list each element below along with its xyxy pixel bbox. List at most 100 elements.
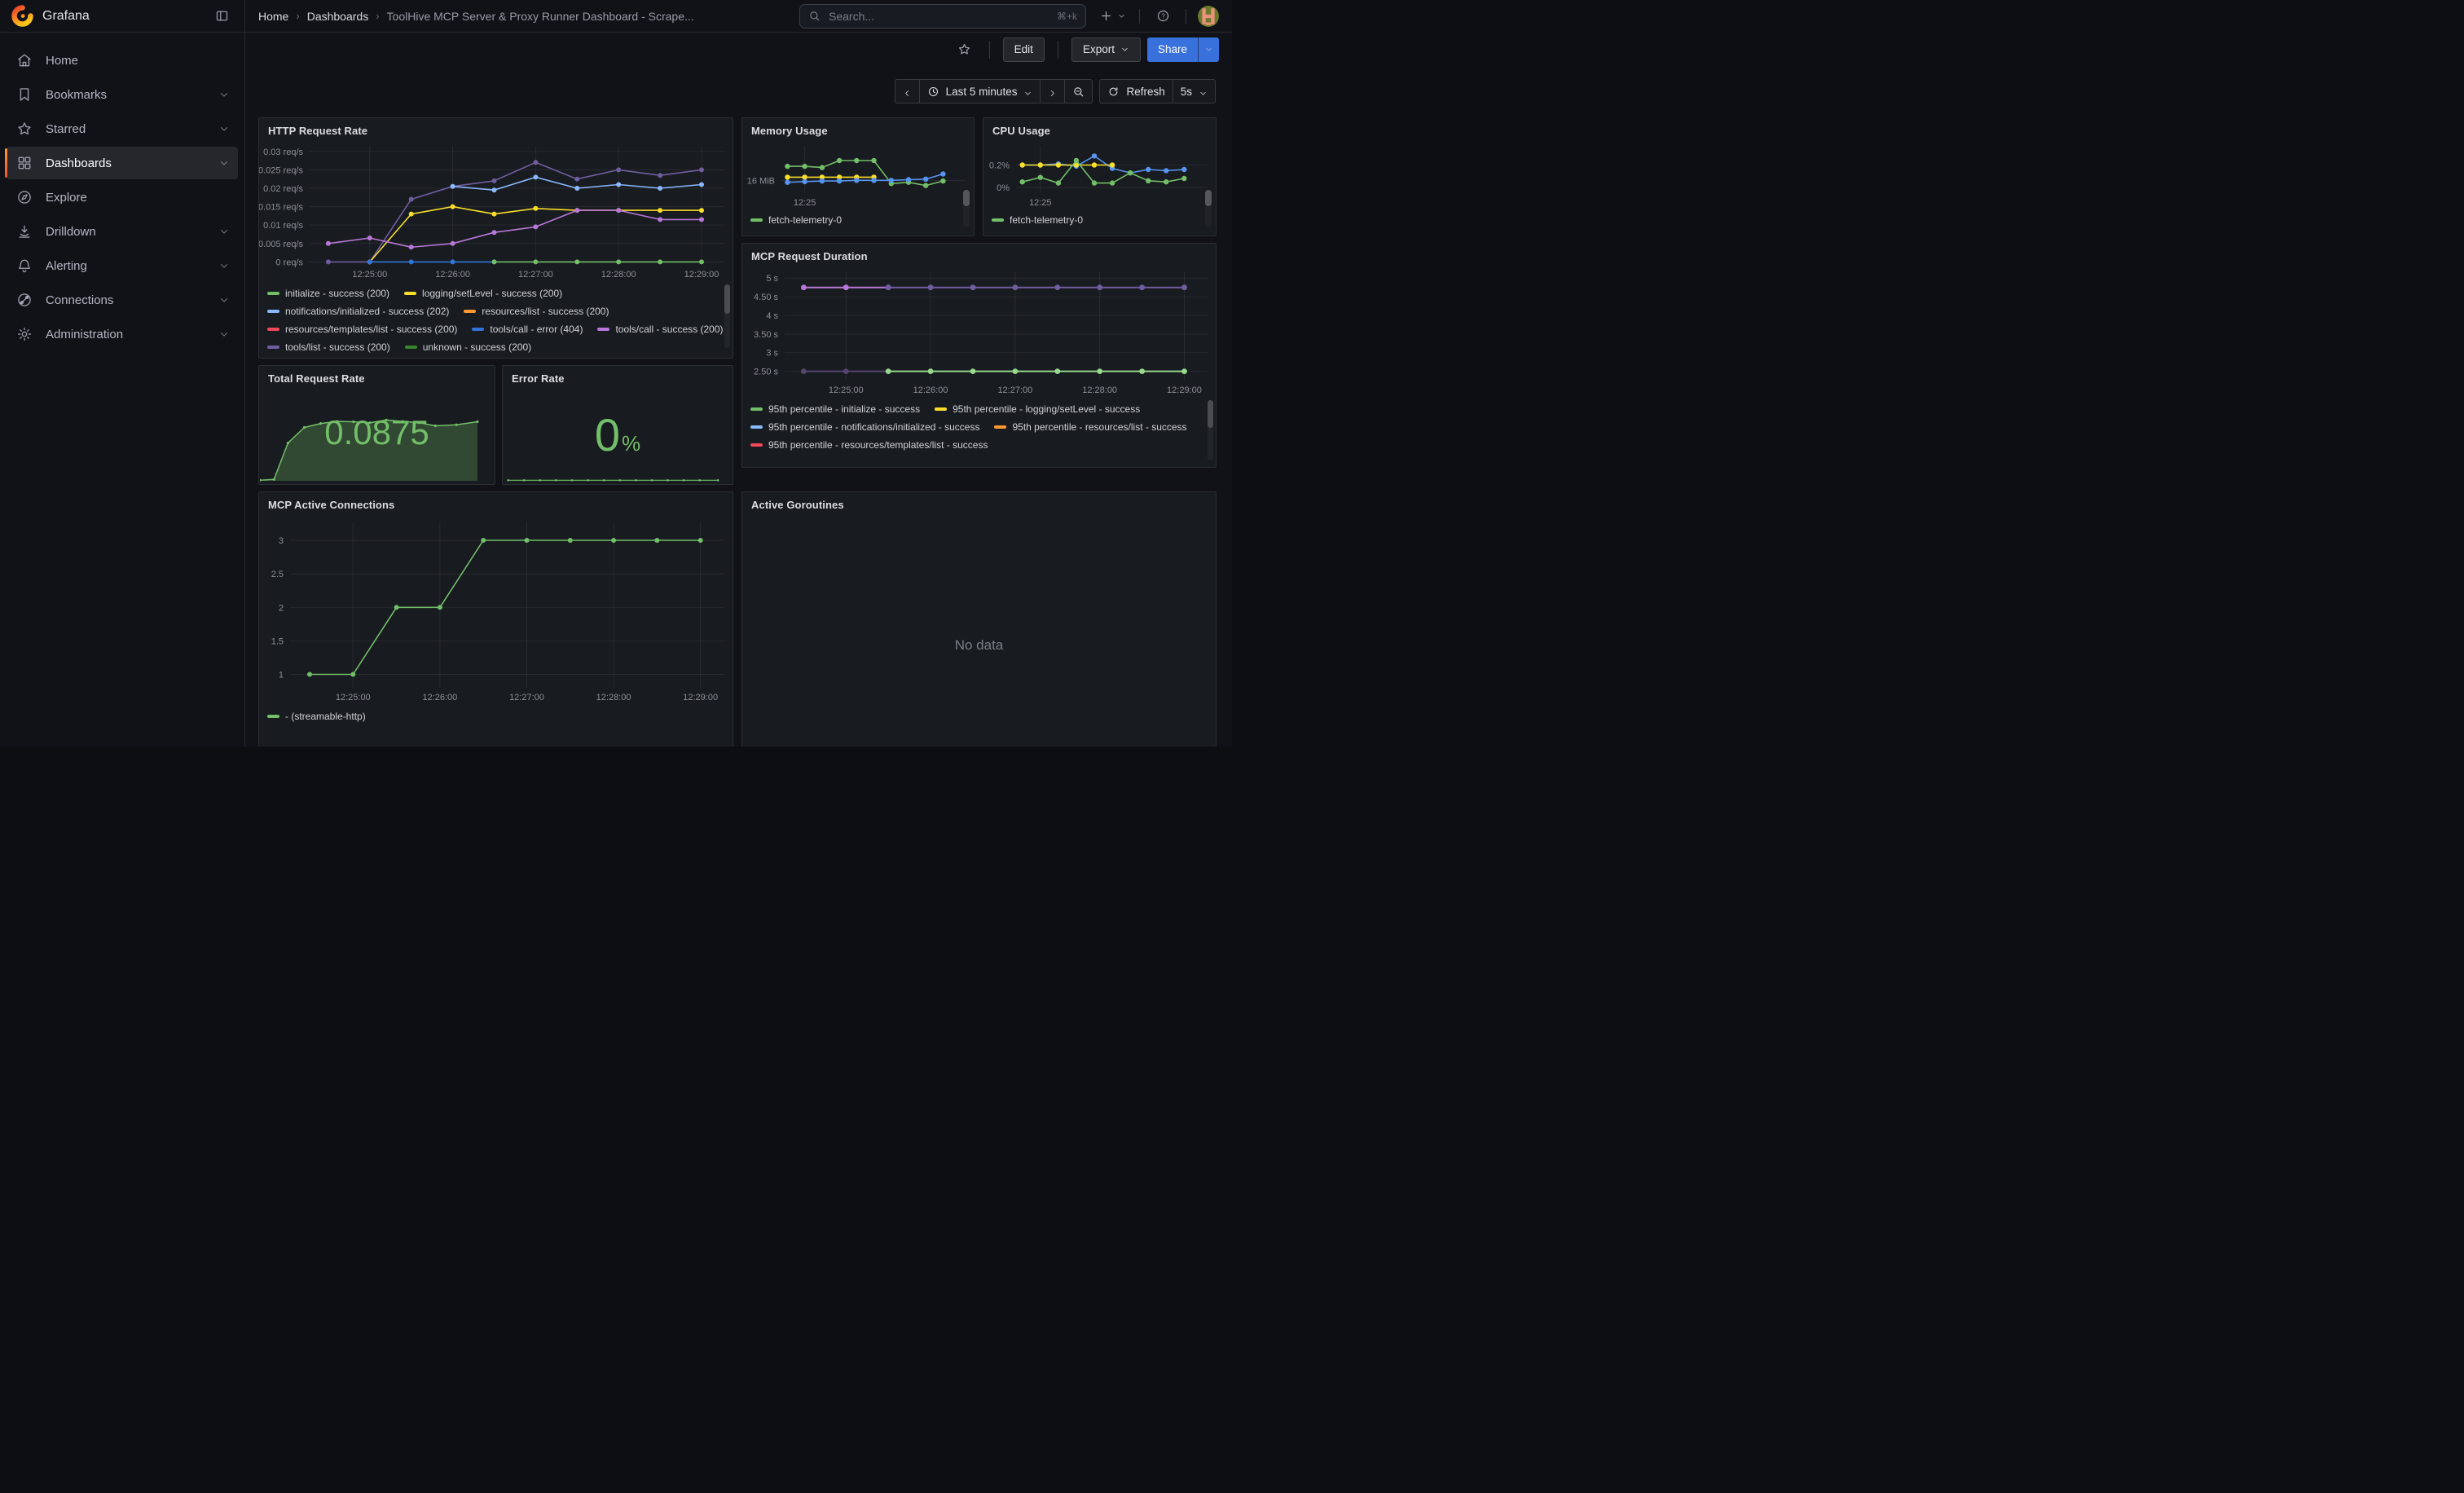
mcp-request-duration-legend: 95th percentile - initialize - success95… (742, 397, 1216, 467)
mcp-request-duration-chart[interactable]: 12:25:0012:26:0012:27:0012:28:0012:29:00… (742, 266, 1216, 397)
legend-item[interactable]: tools/call - error (404) (472, 320, 583, 338)
panel-title[interactable]: Total Request Rate (259, 366, 495, 387)
chevron-down-icon[interactable] (218, 157, 230, 169)
legend-item[interactable]: fetch-telemetry-0 (992, 211, 1083, 229)
svg-text:3 s: 3 s (766, 349, 778, 359)
legend-label: 95th percentile - resources/templates/li… (768, 439, 988, 451)
grafana-logo-icon[interactable] (11, 5, 33, 27)
avatar[interactable] (1198, 6, 1219, 27)
panel-error-rate: Error Rate 0% (502, 365, 733, 485)
refresh-button[interactable]: Refresh (1099, 79, 1173, 103)
sidebar-item-starred[interactable]: Starred (7, 112, 238, 145)
legend-item[interactable]: 95th percentile - logging/setLevel - suc… (935, 400, 1140, 418)
legend-item[interactable]: 95th percentile - notifications/initiali… (750, 418, 979, 436)
sidebar-item-explore[interactable]: Explore (7, 181, 238, 214)
legend-item[interactable]: tools/call - success (200) (597, 320, 723, 338)
cpu-usage-chart[interactable]: 12:250.2%0% (983, 141, 1216, 209)
add-button[interactable] (1093, 5, 1128, 28)
http-request-rate-chart[interactable]: 12:25:0012:26:0012:27:0012:28:0012:29:00… (259, 141, 733, 281)
chevron-down-icon[interactable] (218, 294, 230, 306)
time-shift-forward-button[interactable] (1040, 79, 1065, 103)
panel-title[interactable]: Error Rate (503, 366, 733, 387)
legend-item[interactable]: initialize - success (200) (267, 284, 389, 302)
panel-scrollbar[interactable] (1205, 190, 1212, 227)
time-range-picker[interactable]: Last 5 minutes (919, 79, 1041, 103)
sidebar-item-bookmarks[interactable]: Bookmarks (7, 78, 238, 111)
svg-text:2.50 s: 2.50 s (754, 368, 778, 377)
legend-item[interactable]: resources/list - success (200) (464, 302, 609, 320)
sidebar-item-connections[interactable]: Connections (7, 284, 238, 316)
stat-unit: % (622, 431, 640, 456)
legend-scrollbar[interactable] (1208, 400, 1213, 460)
svg-text:5 s: 5 s (766, 274, 778, 284)
sidebar-item-home[interactable]: Home (7, 44, 238, 77)
panel-title[interactable]: HTTP Request Rate (259, 118, 733, 139)
zoom-out-button[interactable] (1064, 79, 1093, 103)
svg-text:0.2%: 0.2% (989, 161, 1010, 170)
legend-item[interactable]: fetch-telemetry-0 (750, 211, 842, 229)
panel-title[interactable]: Active Goroutines (742, 492, 1216, 513)
mcp-active-connections-chart[interactable]: 12:25:0012:26:0012:27:0012:28:0012:29:00… (259, 517, 733, 704)
help-button[interactable]: ? (1151, 5, 1174, 28)
sidebar-item-drilldown[interactable]: Drilldown (7, 215, 238, 248)
sidebar-item-label: Drilldown (46, 225, 96, 239)
breadcrumb-item[interactable]: Dashboards (307, 10, 369, 23)
panel-title[interactable]: Memory Usage (742, 118, 974, 139)
legend-item[interactable]: 95th percentile - resources/templates/li… (750, 436, 988, 454)
legend-label: fetch-telemetry-0 (1010, 214, 1083, 226)
gear-icon (16, 326, 33, 342)
panel-title[interactable]: MCP Active Connections (259, 492, 733, 513)
home-icon (16, 52, 33, 68)
refresh-interval-picker[interactable]: 5s (1173, 79, 1216, 103)
chevron-down-icon[interactable] (218, 260, 230, 271)
favorite-star-button[interactable] (953, 38, 976, 61)
chevron-down-icon[interactable] (218, 226, 230, 237)
time-shift-back-button[interactable] (895, 79, 920, 103)
svg-text:12:28:00: 12:28:00 (1082, 385, 1117, 395)
chevron-down-icon[interactable] (218, 89, 230, 100)
legend-scrollbar[interactable] (724, 284, 730, 348)
sidebar: Grafana Home Bookmarks Starred Dashboard… (0, 0, 245, 746)
memory-usage-chart[interactable]: 12:2516 MiB (742, 141, 974, 209)
share-options-button[interactable] (1198, 37, 1219, 62)
legend-item[interactable]: 95th percentile - resources/list - succe… (994, 418, 1186, 436)
edit-button[interactable]: Edit (1003, 37, 1045, 62)
legend-item[interactable]: - (streamable-http) (267, 707, 366, 725)
sidebar-item-dashboards[interactable]: Dashboards (7, 147, 238, 179)
legend-item[interactable]: notifications/initialized - success (202… (267, 302, 449, 320)
legend-item[interactable]: tools/list - success (200) (267, 338, 390, 355)
export-button[interactable]: Export (1071, 37, 1141, 62)
legend-label: initialize - success (200) (285, 288, 389, 299)
panel-scrollbar[interactable] (963, 190, 970, 227)
svg-text:12:29:00: 12:29:00 (1167, 385, 1202, 395)
sidebar-item-alerting[interactable]: Alerting (7, 249, 238, 282)
chevron-down-icon[interactable] (218, 328, 230, 340)
sidebar-item-label: Dashboards (46, 156, 112, 170)
panel-title[interactable]: CPU Usage (983, 118, 1216, 139)
sidebar-nav: Home Bookmarks Starred Dashboards Explor… (0, 33, 244, 352)
legend-item[interactable]: resources/templates/list - success (200) (267, 320, 457, 338)
sidebar-item-label: Bookmarks (46, 88, 107, 102)
sidebar-toggle-icon[interactable] (210, 5, 233, 28)
legend-label: 95th percentile - resources/list - succe… (1012, 421, 1186, 433)
connections-icon (16, 292, 33, 308)
breadcrumb-item[interactable]: Home (258, 10, 288, 23)
share-button-group: Share (1147, 37, 1219, 62)
legend-item[interactable]: 95th percentile - initialize - success (750, 400, 920, 418)
sidebar-item-administration[interactable]: Administration (7, 318, 238, 350)
svg-text:0.025 req/s: 0.025 req/s (259, 165, 303, 175)
grafana-app: Grafana Home Bookmarks Starred Dashboard… (0, 0, 1232, 746)
legend-item[interactable]: logging/setLevel - success (200) (404, 284, 562, 302)
svg-text:12:27:00: 12:27:00 (997, 385, 1032, 395)
share-button[interactable]: Share (1147, 37, 1198, 62)
panel-title[interactable]: MCP Request Duration (742, 244, 1216, 265)
svg-text:12:29:00: 12:29:00 (684, 270, 719, 280)
legend-label: unknown - success (200) (423, 341, 531, 353)
chevron-down-icon (1199, 87, 1208, 96)
legend-item[interactable]: unknown - success (200) (405, 338, 531, 355)
chevron-down-icon[interactable] (218, 123, 230, 134)
search-input[interactable] (827, 9, 1050, 24)
legend-color-swatch (464, 310, 476, 313)
time-range-group: Last 5 minutes (895, 79, 1093, 103)
search-box[interactable]: ⌘+k (799, 4, 1086, 29)
